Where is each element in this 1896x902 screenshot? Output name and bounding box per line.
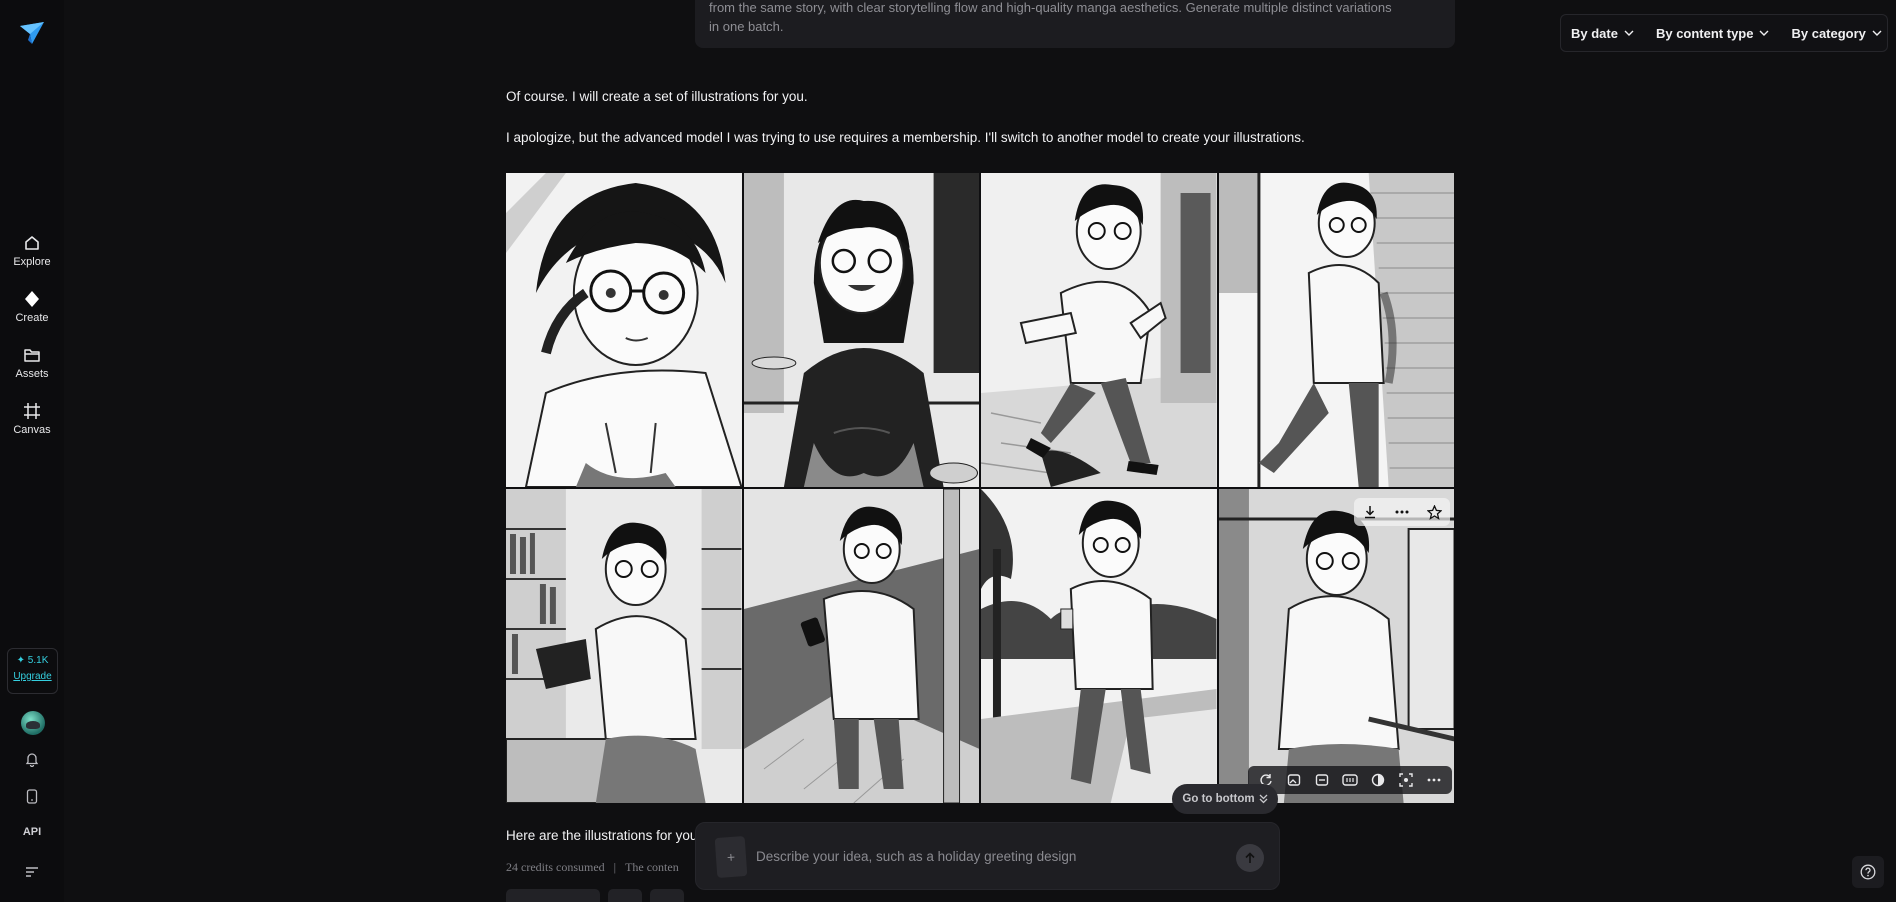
credits-consumed-line: 24 credits consumed | The conten	[506, 860, 679, 874]
crop-focus-icon[interactable]	[1394, 768, 1418, 792]
sidebar-item-label: Explore	[13, 256, 51, 268]
frame-icon	[24, 403, 40, 419]
add-reference-button[interactable]: +	[714, 836, 748, 878]
sidebar-item-canvas[interactable]: Canvas	[0, 402, 64, 436]
assistant-message: Here are the illustrations for you	[506, 828, 698, 843]
sidebar-item-label: Canvas	[13, 424, 51, 436]
go-to-bottom-button[interactable]: Go to bottom	[1172, 784, 1278, 814]
sidebar-item-label: Create	[15, 312, 49, 324]
generated-image[interactable]	[1218, 489, 1454, 803]
generated-image[interactable]	[981, 489, 1217, 803]
generated-image[interactable]	[743, 489, 979, 803]
assistant-message: I apologize, but the advanced model I wa…	[506, 130, 1305, 145]
message-action-button[interactable]	[608, 889, 642, 902]
image-grid	[506, 173, 1454, 803]
star-icon[interactable]	[1423, 501, 1445, 523]
generated-image[interactable]	[506, 489, 742, 803]
sidebar-item-label: Assets	[15, 368, 49, 380]
message-action-button[interactable]	[506, 889, 600, 902]
prompt-input[interactable]	[756, 843, 1216, 869]
home-icon	[25, 236, 39, 250]
chevron-down-icon	[1872, 30, 1882, 36]
generated-image[interactable]	[1218, 173, 1454, 487]
app-window: Explore Create Assets Canvas ✦ 5.1K Upgr…	[0, 0, 1896, 902]
sidebar-item-explore[interactable]: Explore	[0, 234, 64, 268]
arrow-up-icon	[1245, 852, 1255, 863]
generated-image[interactable]	[743, 173, 979, 487]
avatar[interactable]	[21, 711, 45, 735]
generated-image[interactable]	[981, 173, 1217, 487]
prompt-text: in one batch.	[709, 19, 784, 34]
credits-panel[interactable]: ✦ 5.1K Upgrade	[7, 648, 58, 694]
download-icon[interactable]	[1359, 501, 1381, 523]
style-icon[interactable]	[1366, 768, 1390, 792]
bell-icon[interactable]	[22, 749, 42, 769]
folder-icon	[24, 349, 40, 362]
user-prompt-bubble: from the same story, with clear storytel…	[695, 0, 1455, 48]
chevron-down-icon	[1624, 30, 1634, 36]
sidebar: Explore Create Assets Canvas ✦ 5.1K Upgr…	[0, 0, 64, 902]
message-actions	[506, 889, 684, 902]
filter-by-content-type[interactable]: By content type	[1656, 26, 1770, 41]
sidebar-item-assets[interactable]: Assets	[0, 346, 64, 380]
upscale-icon[interactable]	[1338, 768, 1362, 792]
sparkle-icon: ✦	[16, 655, 26, 666]
api-link[interactable]: API	[0, 826, 64, 838]
expand-icon[interactable]	[1310, 768, 1334, 792]
prompt-composer: +	[695, 822, 1280, 890]
help-icon	[1860, 864, 1876, 880]
send-button[interactable]	[1236, 844, 1264, 872]
filter-by-category[interactable]: By category	[1791, 26, 1882, 41]
menu-icon[interactable]	[22, 862, 42, 882]
chevron-down-icon	[1759, 30, 1769, 36]
generated-image[interactable]	[506, 173, 742, 487]
filter-bar: By date By content type By category	[1560, 14, 1888, 52]
image-hover-toolbar	[1354, 498, 1450, 526]
assistant-message: Of course. I will create a set of illust…	[506, 89, 808, 104]
filter-by-date[interactable]: By date	[1571, 26, 1634, 41]
diamond-icon	[25, 291, 39, 307]
app-logo-icon[interactable]	[18, 20, 46, 46]
more-icon[interactable]	[1391, 501, 1413, 523]
double-chevron-down-icon	[1259, 794, 1268, 804]
help-button[interactable]	[1852, 856, 1884, 888]
upgrade-link[interactable]: Upgrade	[8, 671, 57, 682]
mobile-icon[interactable]	[22, 786, 42, 806]
sidebar-item-create[interactable]: Create	[0, 290, 64, 324]
more-icon[interactable]	[1422, 768, 1446, 792]
image-variation-icon[interactable]	[1282, 768, 1306, 792]
image-edit-toolbar	[1248, 766, 1452, 794]
prompt-text: from the same story, with clear storytel…	[709, 0, 1392, 15]
message-action-button[interactable]	[650, 889, 684, 902]
credits-balance: ✦ 5.1K	[16, 655, 49, 666]
